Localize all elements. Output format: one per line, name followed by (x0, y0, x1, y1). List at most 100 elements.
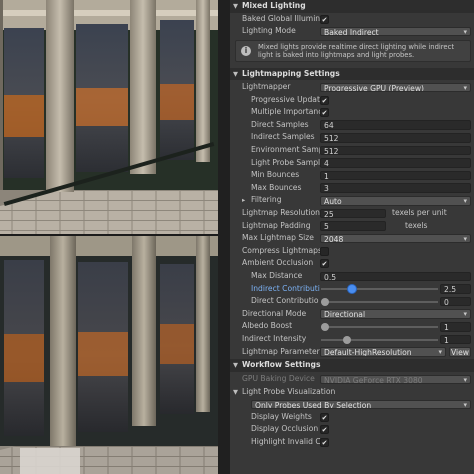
max-lightmap-size-row: Max Lightmap Size 2048 (230, 232, 474, 245)
ambient-occlusion-checkbox[interactable]: ✔ (320, 259, 329, 269)
direct-contribution-row: Direct Contributio 0 (230, 295, 474, 308)
indirect-samples-field[interactable]: 512 (320, 132, 471, 143)
section-lightmapping-settings[interactable]: ▼ Lightmapping Settings (230, 67, 474, 81)
lightmap-padding-label: Lightmap Padding (242, 220, 311, 230)
indirect-intensity-slider-track[interactable] (321, 338, 438, 341)
triangle-down-icon: ▼ (233, 361, 238, 370)
lightmapper-row: Lightmapper Progressive GPU (Preview) (230, 81, 474, 94)
lightmap-padding-unit: texels (405, 220, 428, 230)
checkmark-icon: ✔ (321, 15, 328, 24)
scene-view-top[interactable] (0, 0, 218, 234)
baked-gi-label: Baked Global Illumin (242, 13, 320, 23)
max-distance-row: Max Distance 0.5 (230, 270, 474, 283)
indirect-intensity-field[interactable]: 1 (440, 334, 471, 345)
indirect-contribution-field[interactable]: 2.5 (440, 284, 471, 294)
min-bounces-label: Min Bounces (251, 170, 300, 180)
direct-contribution-slider-handle[interactable] (321, 297, 329, 306)
multiple-importance-checkbox[interactable]: ✔ (320, 108, 329, 118)
indirect-contribution-label: Indirect Contributi (251, 283, 320, 293)
progressive-updates-label: Progressive Updat (251, 94, 320, 104)
section-title: Lightmapping Settings (242, 68, 340, 78)
progressive-updates-checkbox[interactable]: ✔ (320, 95, 329, 105)
info-text: Mixed lights provide realtime direct lig… (258, 43, 455, 60)
lightmap-parameters-label: Lightmap Parameters (242, 346, 320, 356)
filtering-row: ▸ Filtering Auto (230, 194, 474, 207)
lightmapper-dropdown[interactable]: Progressive GPU (Preview) (320, 82, 471, 93)
section-mixed-lighting[interactable]: ▼ Mixed Lighting (230, 0, 474, 13)
min-bounces-field[interactable]: 1 (320, 170, 471, 181)
display-occlusion-row: Display Occlusion ✔ (230, 423, 474, 436)
albedo-boost-label: Albedo Boost (242, 321, 293, 331)
checkmark-icon: ✔ (321, 439, 328, 447)
light-probe-samples-label: Light Probe Sampl (251, 157, 320, 167)
display-occlusion-checkbox[interactable]: ✔ (320, 425, 329, 435)
light-probe-samples-field[interactable]: 4 (320, 158, 471, 168)
light-probe-samples-row: Light Probe Sampl 4 (230, 157, 474, 170)
lightmap-resolution-label: Lightmap Resolution (242, 208, 320, 217)
lighting-mode-row: Lighting Mode Baked Indirect (230, 25, 474, 38)
indirect-contribution-slider-handle[interactable] (348, 285, 357, 294)
lightmap-parameters-row: Lightmap Parameters Default-HighResoluti… (230, 346, 474, 359)
direct-samples-field[interactable]: 64 (320, 120, 471, 131)
filtering-dropdown[interactable]: Auto (320, 195, 471, 206)
checkmark-icon: ✔ (321, 260, 328, 269)
albedo-boost-slider-handle[interactable] (321, 322, 329, 331)
gpu-baking-device-label: GPU Baking Device (242, 374, 315, 383)
directional-mode-row: Directional Mode Directional (230, 308, 474, 321)
scene-view-bottom[interactable] (0, 236, 218, 474)
lighting-settings-panel: ▼ Mixed Lighting Baked Global Illumin ✔ … (230, 0, 474, 474)
max-bounces-field[interactable]: 3 (320, 183, 471, 194)
display-weights-label: Display Weights (251, 411, 312, 421)
directional-mode-dropdown[interactable]: Directional (320, 309, 471, 320)
info-box: i Mixed lights provide realtime direct l… (235, 40, 471, 62)
triangle-down-icon: ▼ (233, 69, 238, 78)
lightmap-resolution-row: Lightmap Resolution 25 texels per unit (230, 207, 474, 220)
indirect-intensity-label: Indirect Intensity (242, 334, 307, 343)
albedo-boost-slider-track[interactable] (321, 326, 438, 329)
probe-filter-dropdown[interactable]: Only Probes Used By Selection (251, 399, 471, 410)
indirect-contribution-row: Indirect Contributi 2.5 (230, 283, 474, 296)
environment-samples-field[interactable]: 512 (320, 145, 471, 156)
albedo-boost-field[interactable]: 1 (440, 321, 471, 332)
direct-contribution-slider-track[interactable] (321, 300, 438, 303)
lightmap-padding-row: Lightmap Padding 5 texels (230, 220, 474, 233)
view-button[interactable]: View (449, 347, 471, 357)
lighting-mode-dropdown[interactable]: Baked Indirect (320, 26, 471, 37)
progressive-updates-row: Progressive Updat ✔ (230, 94, 474, 107)
panel-splitter[interactable] (218, 0, 230, 474)
direct-contribution-field[interactable]: 0 (440, 296, 471, 307)
lightmap-padding-field[interactable]: 5 (320, 221, 386, 231)
highlight-invalid-checkbox[interactable]: ✔ (320, 438, 329, 447)
indirect-samples-label: Indirect Samples (251, 132, 315, 142)
highlight-invalid-label: Highlight Invalid C (251, 437, 320, 446)
ambient-occlusion-row: Ambient Occlusion ✔ (230, 257, 474, 270)
min-bounces-row: Min Bounces 1 (230, 169, 474, 182)
section-title: Workflow Settings (242, 360, 321, 370)
triangle-right-icon[interactable]: ▸ (242, 194, 245, 207)
lighting-mode-label: Lighting Mode (242, 26, 296, 36)
section-title: Mixed Lighting (242, 1, 306, 10)
max-distance-field[interactable]: 0.5 (320, 271, 471, 282)
lightmap-resolution-field[interactable]: 25 (320, 208, 386, 219)
baked-gi-checkbox[interactable]: ✔ (320, 14, 329, 24)
indirect-contribution-slider-track[interactable] (321, 288, 438, 291)
display-weights-checkbox[interactable]: ✔ (320, 412, 329, 422)
max-bounces-label: Max Bounces (251, 182, 302, 192)
direct-samples-label: Direct Samples (251, 119, 309, 129)
direct-samples-row: Direct Samples 64 (230, 119, 474, 132)
gpu-baking-device-row: GPU Baking Device NVIDIA GeForce RTX 308… (230, 373, 474, 386)
max-distance-label: Max Distance (251, 271, 303, 280)
indirect-intensity-slider-handle[interactable] (342, 335, 351, 344)
light-probe-visualization-row[interactable]: ▼ Light Probe Visualization (230, 386, 474, 399)
lightmap-parameters-dropdown[interactable]: Default-HighResolution (320, 347, 446, 357)
checkmark-icon: ✔ (321, 96, 328, 105)
compress-lightmaps-label: Compress Lightmaps (242, 245, 320, 255)
compress-lightmaps-checkbox[interactable] (320, 246, 329, 256)
max-lightmap-size-dropdown[interactable]: 2048 (320, 233, 471, 244)
lightmapper-label: Lightmapper (242, 82, 291, 91)
section-workflow-settings[interactable]: ▼ Workflow Settings (230, 359, 474, 372)
multiple-importance-label: Multiple Importanc (251, 107, 320, 117)
lightmap-resolution-unit: texels per unit (392, 208, 447, 217)
compress-lightmaps-row: Compress Lightmaps (230, 245, 474, 258)
baked-gi-row: Baked Global Illumin ✔ (230, 13, 474, 26)
